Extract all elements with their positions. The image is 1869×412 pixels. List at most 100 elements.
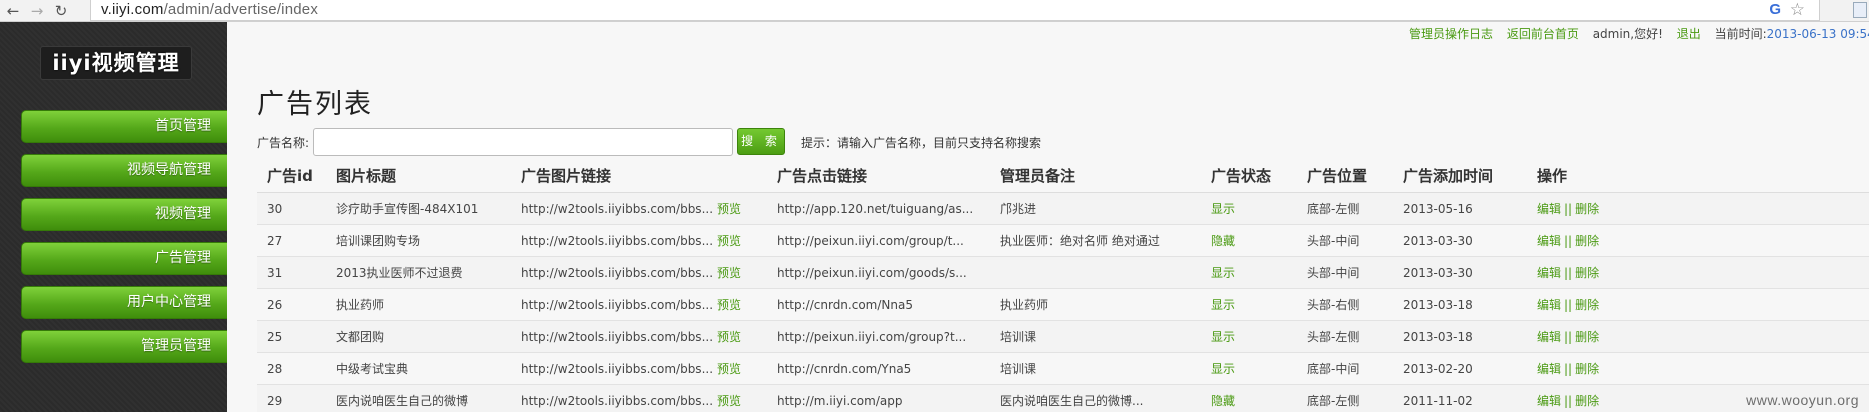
col-header-status: 广告状态 bbox=[1211, 167, 1272, 185]
logout-link[interactable]: 退出 bbox=[1677, 27, 1701, 41]
table-row: 26 执业药师 http://w2tools.iiyibbs.com/bbs... 预… bbox=[257, 289, 1869, 321]
sidebar-item-ads[interactable]: 广告管理 bbox=[21, 242, 227, 275]
status-toggle[interactable]: 隐藏 bbox=[1211, 225, 1235, 257]
ad-position: 底部-中间 bbox=[1307, 362, 1360, 376]
ad-id: 26 bbox=[267, 298, 283, 312]
main-content: 管理员操作日志 返回前台首页 admin,您好! 退出 当前时间:2013-06… bbox=[227, 22, 1869, 412]
delete-link[interactable]: 删除 bbox=[1575, 202, 1599, 216]
delete-link[interactable]: 删除 bbox=[1575, 266, 1599, 280]
table-row: 25 文都团购 http://w2tools.iiyibbs.com/bbs... 预… bbox=[257, 321, 1869, 353]
row-actions: 编辑 || 删除 bbox=[1537, 193, 1599, 225]
ad-image-link: http://w2tools.iiyibbs.com/bbs... bbox=[521, 266, 714, 280]
ad-click-link: http://m.iiyi.com/app bbox=[777, 394, 903, 408]
edit-link[interactable]: 编辑 bbox=[1537, 298, 1561, 312]
preview-link[interactable]: 预览 bbox=[717, 330, 741, 344]
table-header: 广告id 图片标题 广告图片链接 广告点击链接 管理员备注 广告状态 广告位置 … bbox=[257, 160, 1869, 193]
ad-position: 底部-左侧 bbox=[1307, 394, 1360, 408]
sidebar-item-video-nav[interactable]: 视频导航管理 bbox=[21, 154, 227, 187]
ad-image-link-cell: http://w2tools.iiyibbs.com/bbs... 预览 bbox=[521, 321, 741, 353]
sidebar-item-home[interactable]: 首页管理 bbox=[21, 110, 227, 143]
ad-image-link-cell: http://w2tools.iiyibbs.com/bbs... 预览 bbox=[521, 289, 741, 321]
row-actions: 编辑 || 删除 bbox=[1537, 257, 1599, 289]
arrow-right-icon[interactable]: → bbox=[28, 2, 46, 20]
ad-date: 2013-05-16 bbox=[1403, 202, 1473, 216]
frontend-home-link[interactable]: 返回前台首页 bbox=[1507, 27, 1579, 41]
ad-click-link: http://cnrdn.com/Yna5 bbox=[777, 362, 912, 376]
preview-link[interactable]: 预览 bbox=[717, 202, 741, 216]
delete-link[interactable]: 删除 bbox=[1575, 394, 1599, 408]
ad-image-link: http://w2tools.iiyibbs.com/bbs... bbox=[521, 330, 714, 344]
admin-log-link[interactable]: 管理员操作日志 bbox=[1409, 27, 1493, 41]
edit-link[interactable]: 编辑 bbox=[1537, 330, 1561, 344]
row-actions: 编辑 || 删除 bbox=[1537, 353, 1599, 385]
watermark: www.wooyun.org bbox=[1746, 392, 1859, 408]
ad-id: 27 bbox=[267, 234, 283, 248]
status-toggle[interactable]: 显示 bbox=[1211, 353, 1235, 385]
admin-note: 邝兆进 bbox=[1000, 202, 1037, 216]
action-separator: || bbox=[1564, 394, 1573, 408]
status-toggle[interactable]: 显示 bbox=[1211, 321, 1235, 353]
edit-link[interactable]: 编辑 bbox=[1537, 394, 1561, 408]
ad-image-link-cell: http://w2tools.iiyibbs.com/bbs... 预览 bbox=[521, 385, 741, 412]
ad-title: 文都团购 bbox=[336, 330, 385, 344]
site-logo: iiyi视频管理 bbox=[40, 46, 192, 80]
preview-link[interactable]: 预览 bbox=[717, 394, 741, 408]
ads-table: 广告id 图片标题 广告图片链接 广告点击链接 管理员备注 广告状态 广告位置 … bbox=[257, 160, 1869, 412]
delete-link[interactable]: 删除 bbox=[1575, 362, 1599, 376]
ad-position: 头部-左侧 bbox=[1307, 330, 1360, 344]
ad-id: 25 bbox=[267, 330, 283, 344]
search-input[interactable] bbox=[313, 128, 733, 156]
search-hint: 提示：请输入广告名称，目前只支持名称搜索 bbox=[801, 136, 1042, 150]
col-header-image-link: 广告图片链接 bbox=[521, 167, 612, 185]
table-row: 28 中级考试宝典 http://w2tools.iiyibbs.com/bbs..… bbox=[257, 353, 1869, 385]
ad-date: 2013-03-30 bbox=[1403, 266, 1473, 280]
ad-image-link: http://w2tools.iiyibbs.com/bbs... bbox=[521, 234, 714, 248]
ad-id: 31 bbox=[267, 266, 283, 280]
table-row: 27 培训课团购专场 http://w2tools.iiyibbs.com/bbs.… bbox=[257, 225, 1869, 257]
sidebar-item-video[interactable]: 视频管理 bbox=[21, 198, 227, 231]
ad-image-link-cell: http://w2tools.iiyibbs.com/bbs... 预览 bbox=[521, 193, 741, 225]
current-time: 2013-06-13 09:54:3 bbox=[1766, 27, 1869, 41]
delete-link[interactable]: 删除 bbox=[1575, 330, 1599, 344]
arrow-left-icon[interactable]: ← bbox=[4, 2, 22, 20]
sidebar: iiyi视频管理 首页管理 视频导航管理 视频管理 广告管理 用户中心管理 管理… bbox=[0, 22, 227, 412]
status-toggle[interactable]: 隐藏 bbox=[1211, 385, 1235, 412]
ad-click-link: http://peixun.iiyi.com/goods/s... bbox=[777, 266, 967, 280]
google-icon[interactable]: G bbox=[1769, 1, 1781, 18]
delete-link[interactable]: 删除 bbox=[1575, 234, 1599, 248]
status-toggle[interactable]: 显示 bbox=[1211, 193, 1235, 225]
search-button[interactable]: 搜 索 bbox=[737, 128, 785, 155]
bookmark-star-icon[interactable]: ☆ bbox=[1790, 0, 1805, 20]
ad-title: 2013执业医师不过退费 bbox=[336, 266, 463, 280]
ad-click-link: http://cnrdn.com/Nna5 bbox=[777, 298, 913, 312]
extension-icon[interactable] bbox=[1853, 2, 1867, 18]
edit-link[interactable]: 编辑 bbox=[1537, 266, 1561, 280]
table-row: 31 2013执业医师不过退费 http://w2tools.iiyibbs.com… bbox=[257, 257, 1869, 289]
ad-image-link-cell: http://w2tools.iiyibbs.com/bbs... 预览 bbox=[521, 353, 741, 385]
admin-note: 培训课 bbox=[1000, 362, 1037, 376]
ad-image-link: http://w2tools.iiyibbs.com/bbs... bbox=[521, 298, 714, 312]
page-title: 广告列表 bbox=[257, 89, 373, 120]
col-header-position: 广告位置 bbox=[1307, 167, 1368, 185]
edit-link[interactable]: 编辑 bbox=[1537, 234, 1561, 248]
ad-image-link: http://w2tools.iiyibbs.com/bbs... bbox=[521, 362, 714, 376]
reload-icon[interactable]: ↻ bbox=[52, 2, 70, 20]
edit-link[interactable]: 编辑 bbox=[1537, 362, 1561, 376]
delete-link[interactable]: 删除 bbox=[1575, 298, 1599, 312]
ad-title: 执业药师 bbox=[336, 298, 385, 312]
ad-title: 培训课团购专场 bbox=[336, 234, 421, 248]
status-toggle[interactable]: 显示 bbox=[1211, 289, 1235, 321]
address-bar[interactable]: v.iiyi.com/admin/advertise/index G ☆ bbox=[90, 0, 1820, 21]
preview-link[interactable]: 预览 bbox=[717, 266, 741, 280]
admin-note: 执业药师 bbox=[1000, 298, 1049, 312]
preview-link[interactable]: 预览 bbox=[717, 362, 741, 376]
sidebar-item-admin[interactable]: 管理员管理 bbox=[21, 330, 227, 363]
action-separator: || bbox=[1564, 202, 1573, 216]
preview-link[interactable]: 预览 bbox=[717, 298, 741, 312]
ad-date: 2011-11-02 bbox=[1403, 394, 1473, 408]
edit-link[interactable]: 编辑 bbox=[1537, 202, 1561, 216]
preview-link[interactable]: 预览 bbox=[717, 234, 741, 248]
table-row: 30 诊疗助手宣传图-484X101 http://w2tools.iiyibbs.… bbox=[257, 193, 1869, 225]
status-toggle[interactable]: 显示 bbox=[1211, 257, 1235, 289]
sidebar-item-user-center[interactable]: 用户中心管理 bbox=[21, 286, 227, 319]
